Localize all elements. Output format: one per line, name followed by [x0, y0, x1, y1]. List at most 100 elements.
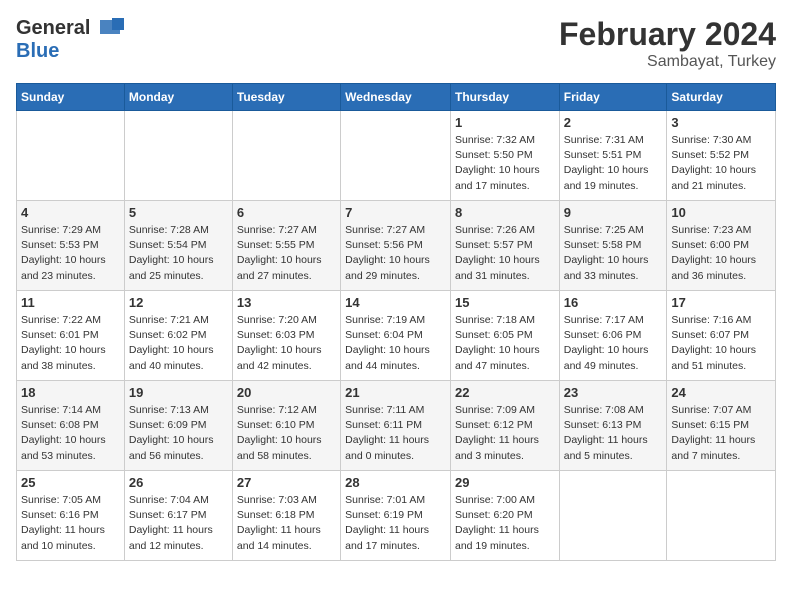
day-number: 22: [455, 385, 555, 400]
day-number: 17: [671, 295, 771, 310]
day-number: 23: [564, 385, 663, 400]
column-header-sunday: Sunday: [17, 84, 125, 111]
calendar-cell: 27Sunrise: 7:03 AM Sunset: 6:18 PM Dayli…: [232, 471, 340, 561]
day-content: Sunrise: 7:26 AM Sunset: 5:57 PM Dayligh…: [455, 223, 555, 284]
calendar-cell: [17, 111, 125, 201]
calendar-cell: 5 Sunrise: 7:28 AM Sunset: 5:54 PM Daylig…: [124, 201, 232, 291]
day-content: Sunrise: 7:12 AM Sunset: 6:10 PM Dayligh…: [237, 403, 336, 464]
calendar-cell: 22Sunrise: 7:09 AM Sunset: 6:12 PM Dayli…: [450, 381, 559, 471]
day-content: Sunrise: 7:08 AM Sunset: 6:13 PM Dayligh…: [564, 403, 663, 464]
day-number: 16: [564, 295, 663, 310]
day-number: 1: [455, 115, 555, 130]
calendar-cell: 26 Sunrise: 7:04 AM Sunset: 6:17 PM Dayli…: [124, 471, 232, 561]
calendar-table: SundayMondayTuesdayWednesdayThursdayFrid…: [16, 83, 776, 561]
day-content: Sunrise: 7:04 AM Sunset: 6:17 PM Dayligh…: [129, 493, 228, 554]
day-number: 24: [671, 385, 771, 400]
calendar-cell: 17 Sunrise: 7:16 AM Sunset: 6:07 PM Dayli…: [667, 291, 776, 381]
day-number: 28: [345, 475, 446, 490]
calendar-cell: 15Sunrise: 7:18 AM Sunset: 6:05 PM Dayli…: [450, 291, 559, 381]
calendar-cell: 11 Sunrise: 7:22 AM Sunset: 6:01 PM Dayli…: [17, 291, 125, 381]
day-content: Sunrise: 7:27 AM Sunset: 5:56 PM Dayligh…: [345, 223, 446, 284]
calendar-cell: 9 Sunrise: 7:25 AM Sunset: 5:58 PM Daylig…: [559, 201, 667, 291]
day-number: 21: [345, 385, 446, 400]
day-number: 29: [455, 475, 555, 490]
day-content: Sunrise: 7:20 AM Sunset: 6:03 PM Dayligh…: [237, 313, 336, 374]
column-header-friday: Friday: [559, 84, 667, 111]
calendar-cell: 24 Sunrise: 7:07 AM Sunset: 6:15 PM Dayli…: [667, 381, 776, 471]
calendar-cell: [341, 111, 451, 201]
column-header-thursday: Thursday: [450, 84, 559, 111]
day-number: 11: [21, 295, 120, 310]
calendar-cell: 25Sunrise: 7:05 AM Sunset: 6:16 PM Dayli…: [17, 471, 125, 561]
logo-blue-text: Blue: [16, 40, 59, 62]
day-number: 12: [129, 295, 228, 310]
day-number: 26: [129, 475, 228, 490]
day-number: 25: [21, 475, 120, 490]
calendar-cell: [232, 111, 340, 201]
calendar-subtitle: Sambayat, Turkey: [559, 53, 776, 71]
day-content: Sunrise: 7:07 AM Sunset: 6:15 PM Dayligh…: [671, 403, 771, 464]
calendar-cell: [124, 111, 232, 201]
day-content: Sunrise: 7:29 AM Sunset: 5:53 PM Dayligh…: [21, 223, 120, 284]
calendar-cell: 12 Sunrise: 7:21 AM Sunset: 6:02 PM Dayli…: [124, 291, 232, 381]
logo: General Blue: [16, 16, 124, 63]
calendar-cell: 20Sunrise: 7:12 AM Sunset: 6:10 PM Dayli…: [232, 381, 340, 471]
day-content: Sunrise: 7:13 AM Sunset: 6:09 PM Dayligh…: [129, 403, 228, 464]
day-content: Sunrise: 7:21 AM Sunset: 6:02 PM Dayligh…: [129, 313, 228, 374]
day-number: 7: [345, 205, 446, 220]
day-content: Sunrise: 7:23 AM Sunset: 6:00 PM Dayligh…: [671, 223, 771, 284]
day-content: Sunrise: 7:14 AM Sunset: 6:08 PM Dayligh…: [21, 403, 120, 464]
calendar-cell: 4 Sunrise: 7:29 AM Sunset: 5:53 PM Daylig…: [17, 201, 125, 291]
page-header: General Blue February 2024 Sambayat, Tur…: [16, 16, 776, 71]
calendar-cell: [667, 471, 776, 561]
calendar-cell: 19 Sunrise: 7:13 AM Sunset: 6:09 PM Dayli…: [124, 381, 232, 471]
day-content: Sunrise: 7:30 AM Sunset: 5:52 PM Dayligh…: [671, 133, 771, 194]
column-header-monday: Monday: [124, 84, 232, 111]
calendar-cell: 6 Sunrise: 7:27 AM Sunset: 5:55 PM Daylig…: [232, 201, 340, 291]
day-content: Sunrise: 7:32 AM Sunset: 5:50 PM Dayligh…: [455, 133, 555, 194]
day-content: Sunrise: 7:00 AM Sunset: 6:20 PM Dayligh…: [455, 493, 555, 554]
day-number: 14: [345, 295, 446, 310]
day-content: Sunrise: 7:11 AM Sunset: 6:11 PM Dayligh…: [345, 403, 446, 464]
logo-icon: [92, 16, 124, 40]
calendar-week-4: 18 Sunrise: 7:14 AM Sunset: 6:08 PM Dayli…: [17, 381, 776, 471]
calendar-week-3: 11 Sunrise: 7:22 AM Sunset: 6:01 PM Dayli…: [17, 291, 776, 381]
day-number: 6: [237, 205, 336, 220]
day-content: Sunrise: 7:25 AM Sunset: 5:58 PM Dayligh…: [564, 223, 663, 284]
calendar-cell: 16Sunrise: 7:17 AM Sunset: 6:06 PM Dayli…: [559, 291, 667, 381]
column-header-saturday: Saturday: [667, 84, 776, 111]
calendar-cell: 21 Sunrise: 7:11 AM Sunset: 6:11 PM Dayli…: [341, 381, 451, 471]
calendar-cell: 7 Sunrise: 7:27 AM Sunset: 5:56 PM Daylig…: [341, 201, 451, 291]
day-number: 13: [237, 295, 336, 310]
day-number: 5: [129, 205, 228, 220]
calendar-week-1: 1 Sunrise: 7:32 AM Sunset: 5:50 PM Daylig…: [17, 111, 776, 201]
day-content: Sunrise: 7:16 AM Sunset: 6:07 PM Dayligh…: [671, 313, 771, 374]
calendar-cell: 28 Sunrise: 7:01 AM Sunset: 6:19 PM Dayli…: [341, 471, 451, 561]
day-content: Sunrise: 7:19 AM Sunset: 6:04 PM Dayligh…: [345, 313, 446, 374]
calendar-header-row: SundayMondayTuesdayWednesdayThursdayFrid…: [17, 84, 776, 111]
day-content: Sunrise: 7:31 AM Sunset: 5:51 PM Dayligh…: [564, 133, 663, 194]
day-number: 8: [455, 205, 555, 220]
day-content: Sunrise: 7:28 AM Sunset: 5:54 PM Dayligh…: [129, 223, 228, 284]
calendar-cell: 23 Sunrise: 7:08 AM Sunset: 6:13 PM Dayli…: [559, 381, 667, 471]
day-content: Sunrise: 7:27 AM Sunset: 5:55 PM Dayligh…: [237, 223, 336, 284]
calendar-cell: 10 Sunrise: 7:23 AM Sunset: 6:00 PM Dayli…: [667, 201, 776, 291]
day-number: 3: [671, 115, 771, 130]
day-number: 27: [237, 475, 336, 490]
day-content: Sunrise: 7:01 AM Sunset: 6:19 PM Dayligh…: [345, 493, 446, 554]
calendar-week-5: 25Sunrise: 7:05 AM Sunset: 6:16 PM Dayli…: [17, 471, 776, 561]
calendar-cell: 14 Sunrise: 7:19 AM Sunset: 6:04 PM Dayli…: [341, 291, 451, 381]
calendar-cell: 18 Sunrise: 7:14 AM Sunset: 6:08 PM Dayli…: [17, 381, 125, 471]
calendar-cell: [559, 471, 667, 561]
column-header-tuesday: Tuesday: [232, 84, 340, 111]
day-number: 9: [564, 205, 663, 220]
day-number: 4: [21, 205, 120, 220]
day-content: Sunrise: 7:22 AM Sunset: 6:01 PM Dayligh…: [21, 313, 120, 374]
column-header-wednesday: Wednesday: [341, 84, 451, 111]
day-number: 10: [671, 205, 771, 220]
day-content: Sunrise: 7:18 AM Sunset: 6:05 PM Dayligh…: [455, 313, 555, 374]
calendar-cell: 29 Sunrise: 7:00 AM Sunset: 6:20 PM Dayli…: [450, 471, 559, 561]
day-number: 18: [21, 385, 120, 400]
day-number: 19: [129, 385, 228, 400]
calendar-cell: 3 Sunrise: 7:30 AM Sunset: 5:52 PM Daylig…: [667, 111, 776, 201]
